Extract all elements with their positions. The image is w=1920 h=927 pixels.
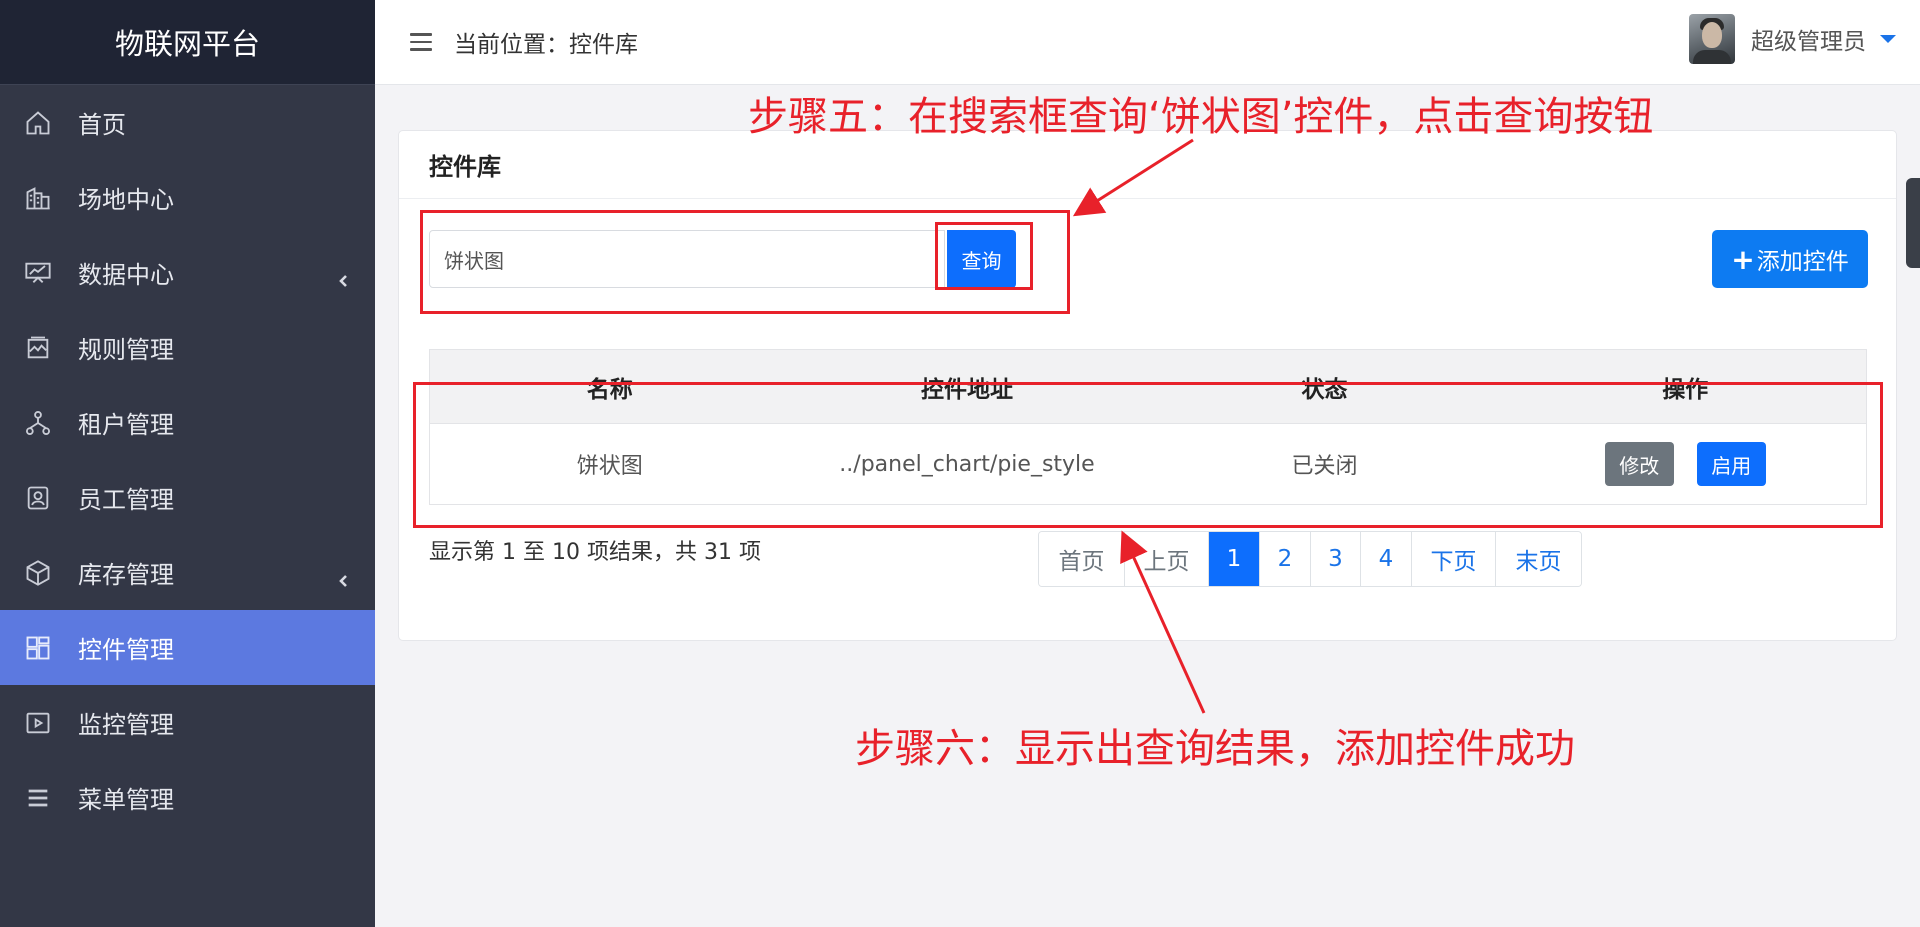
page-2[interactable]: 2 [1260,532,1311,586]
breadcrumb: 当前位置：控件库 [454,32,638,58]
sidebar-menu: 首页 场地中心 数据中心 规则管理 租户管理 员工管理 库存管理 控件管理 监控… [0,85,375,835]
sidebar-item-label: 员工管理 [78,486,174,514]
sidebar-item-rules[interactable]: 规则管理 [0,310,375,385]
user-menu[interactable]: 超级管理员 [1689,14,1896,64]
sidebar-item-monitor[interactable]: 监控管理 [0,685,375,760]
page-3[interactable]: 3 [1311,532,1361,586]
chart-board-icon [24,259,52,287]
plus-icon: + [1731,242,1755,276]
sidebar-item-staff[interactable]: 员工管理 [0,460,375,535]
sidebar-item-venue[interactable]: 场地中心 [0,160,375,235]
chevron-left-icon [337,566,351,587]
sidebar-item-label: 租户管理 [78,411,174,439]
org-tree-icon [24,409,52,437]
add-widget-button[interactable]: + 添加控件 [1712,230,1868,288]
annotation-box-results [413,382,1883,528]
caret-down-icon [1880,35,1896,43]
sidebar-item-label: 场地中心 [78,186,174,214]
page-last[interactable]: 末页 [1496,532,1581,586]
result-summary: 显示第 1 至 10 项结果，共 31 项 [429,540,761,565]
menu-list-icon [24,784,52,812]
page-1[interactable]: 1 [1209,532,1260,586]
page-first[interactable]: 首页 [1039,532,1125,586]
sidebar: 物联网平台 首页 场地中心 数据中心 规则管理 租户管理 员工管理 库存管理 控… [0,0,375,927]
sidebar-item-label: 规则管理 [78,336,174,364]
sidebar-item-inventory[interactable]: 库存管理 [0,535,375,610]
side-scroll-tab[interactable] [1906,178,1920,268]
home-icon [24,109,52,137]
sidebar-item-menus[interactable]: 菜单管理 [0,760,375,835]
widgets-icon [24,634,52,662]
brand-title: 物联网平台 [0,0,375,85]
video-icon [24,709,52,737]
hamburger-icon[interactable] [410,33,432,51]
page-next[interactable]: 下页 [1412,532,1496,586]
page-4[interactable]: 4 [1361,532,1412,586]
sidebar-item-data-center[interactable]: 数据中心 [0,235,375,310]
page-prev[interactable]: 上页 [1125,532,1209,586]
sidebar-item-label: 菜单管理 [78,786,174,814]
chevron-left-icon [337,266,351,287]
add-widget-label: 添加控件 [1756,249,1849,275]
sidebar-item-label: 监控管理 [78,711,174,739]
box-icon [24,559,52,587]
sidebar-item-label: 数据中心 [78,261,174,289]
sidebar-item-label: 库存管理 [78,561,174,589]
pagination: 首页 上页 1 2 3 4 下页 末页 [1038,531,1582,587]
annotation-box-query-button [935,222,1033,290]
avatar [1689,14,1735,64]
user-name: 超级管理员 [1751,29,1866,55]
rules-icon [24,334,52,362]
sidebar-item-label: 控件管理 [78,636,174,664]
annotation-step5: 步骤五：在搜索框查询‘饼状图’控件，点击查询按钮 [748,94,1654,140]
sidebar-item-widgets[interactable]: 控件管理 [0,610,375,685]
sidebar-item-label: 首页 [78,111,126,139]
sidebar-item-home[interactable]: 首页 [0,85,375,160]
id-card-icon [24,484,52,512]
building-icon [24,184,52,212]
sidebar-item-tenants[interactable]: 租户管理 [0,385,375,460]
top-bar: 当前位置：控件库 超级管理员 [375,0,1920,85]
annotation-step6: 步骤六：显示出查询结果，添加控件成功 [855,726,1575,772]
